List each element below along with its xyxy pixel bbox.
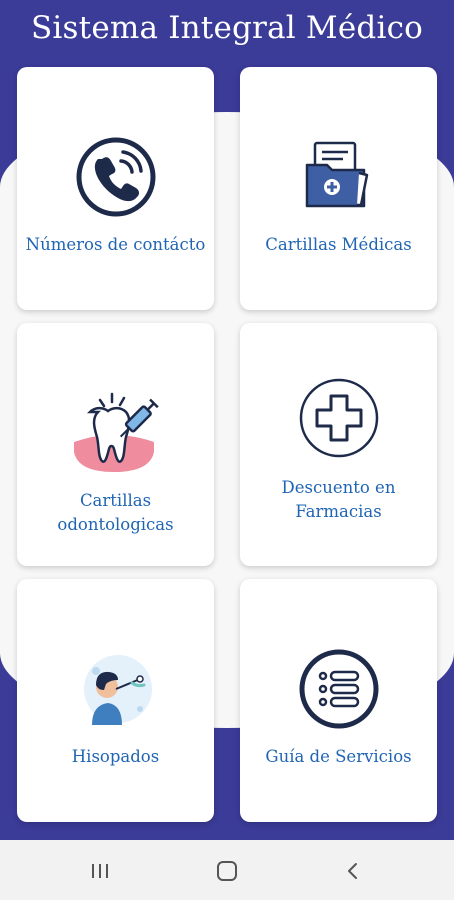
app-title: Sistema Integral Médico bbox=[31, 10, 423, 46]
card-label: Descuento en Farmacias bbox=[281, 478, 396, 521]
card-contact-numbers[interactable]: Números de contácto bbox=[17, 67, 214, 310]
app-screen: Sistema Integral Médico Números de contá… bbox=[0, 0, 454, 840]
medical-folder-icon bbox=[240, 122, 437, 232]
recents-icon[interactable] bbox=[85, 858, 115, 884]
card-services-guide[interactable]: Guía de Servicios bbox=[240, 579, 437, 822]
back-icon[interactable] bbox=[338, 858, 368, 884]
phone-icon bbox=[17, 122, 214, 232]
card-label: Números de contácto bbox=[25, 235, 206, 254]
card-label: Cartillas Médicas bbox=[265, 235, 412, 254]
home-icon[interactable] bbox=[212, 858, 242, 884]
card-swabs[interactable]: Hisopados bbox=[17, 579, 214, 822]
system-navigation-bar bbox=[0, 840, 454, 900]
card-dental-cards[interactable]: Cartillas odontologicas bbox=[17, 323, 214, 566]
card-medical-cards[interactable]: Cartillas Médicas bbox=[240, 67, 437, 310]
card-label: Cartillas odontologicas bbox=[57, 491, 174, 534]
card-pharmacy-discount[interactable]: Descuento en Farmacias bbox=[240, 323, 437, 566]
card-label: Guía de Servicios bbox=[265, 747, 412, 766]
medical-cross-icon bbox=[240, 363, 437, 473]
swab-test-icon bbox=[17, 634, 214, 744]
tooth-syringe-icon bbox=[17, 378, 214, 488]
card-label: Hisopados bbox=[71, 747, 160, 766]
list-icon bbox=[240, 634, 437, 744]
